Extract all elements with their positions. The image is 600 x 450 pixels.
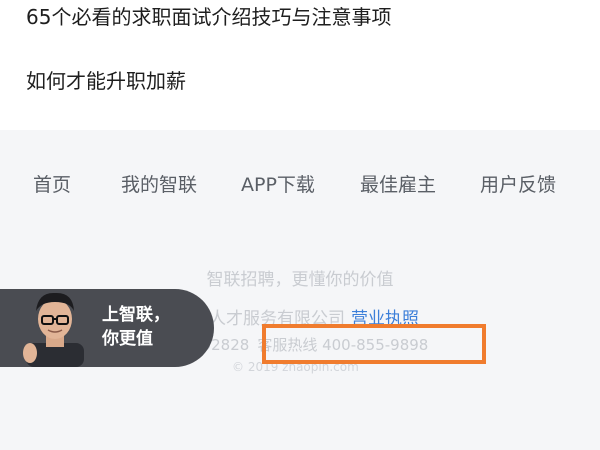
footer-nav-feedback[interactable]: 用户反馈 bbox=[480, 170, 556, 197]
promo-line-2: 你更值 bbox=[102, 329, 153, 349]
footer-nav-my-zhilian[interactable]: 我的智联 bbox=[121, 170, 197, 197]
footer-nav-best-employer[interactable]: 最佳雇主 bbox=[360, 170, 436, 197]
footer-nav-home[interactable]: 首页 bbox=[33, 170, 71, 197]
promo-line-1: 上智联， bbox=[102, 305, 170, 325]
spokesperson-avatar-icon bbox=[23, 292, 84, 367]
footer-nav-app-download[interactable]: APP下载 bbox=[241, 170, 315, 197]
article-link-promotion[interactable]: 如何才能升职加薪 bbox=[26, 65, 186, 94]
article-link-interview-tips[interactable]: 65个必看的求职面试介绍技巧与注意事项 bbox=[26, 1, 391, 30]
footer-slogan: 智联招聘，更懂你的价值 bbox=[206, 270, 394, 290]
page: 65个必看的求职面试介绍技巧与注意事项 如何才能升职加薪 首页 我的智联 APP… bbox=[0, 0, 600, 450]
promo-badge[interactable]: 上智联， 你更值 bbox=[0, 289, 214, 367]
highlight-annotation-box bbox=[262, 324, 486, 364]
promo-slogan: 上智联， 你更值 bbox=[102, 303, 170, 351]
